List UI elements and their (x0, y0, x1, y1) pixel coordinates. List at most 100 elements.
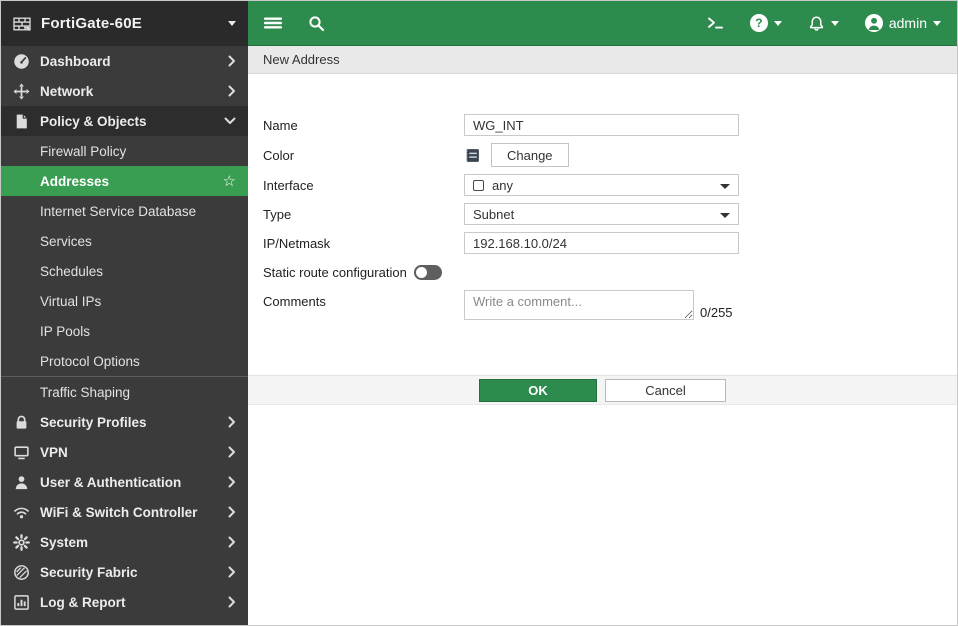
help-icon: ? (750, 14, 768, 32)
chevron-right-icon (228, 596, 236, 608)
sidebar-item-label: User & Authentication (40, 475, 228, 490)
color-label: Color (263, 148, 464, 163)
sidebar-item-wifi-switch-controller[interactable]: WiFi & Switch Controller (1, 497, 248, 527)
type-value: Subnet (473, 207, 514, 222)
sidebar-item-dashboard[interactable]: Dashboard (1, 46, 248, 76)
form-action-bar: OK Cancel (248, 375, 957, 405)
admin-avatar-icon (865, 14, 883, 32)
top-navbar: ? admin (248, 1, 957, 46)
help-menu[interactable]: ? (750, 14, 782, 32)
chevron-right-icon (228, 416, 236, 428)
cancel-button[interactable]: Cancel (605, 379, 726, 402)
any-interface-icon (473, 180, 484, 191)
static-route-toggle[interactable] (414, 265, 442, 280)
cli-console-icon[interactable] (707, 15, 724, 31)
sidebar-item-policy-objects[interactable]: Policy & Objects (1, 106, 248, 136)
toggle-knob-icon (414, 265, 429, 280)
comments-row: Comments 0/255 (263, 290, 957, 320)
sidebar-item-label: Protocol Options (40, 354, 236, 369)
vpn-icon (13, 444, 30, 461)
sidebar-item-label: WiFi & Switch Controller (40, 505, 228, 520)
admin-username: admin (889, 15, 927, 31)
sidebar-item-security-profiles[interactable]: Security Profiles (1, 407, 248, 437)
comments-textarea[interactable] (464, 290, 694, 320)
comments-label: Comments (263, 290, 464, 309)
interface-label: Interface (263, 178, 464, 193)
chevron-down-icon (933, 21, 941, 26)
sidebar-item-label: VPN (40, 445, 228, 460)
admin-menu[interactable]: admin (865, 14, 941, 32)
sidebar-item-internet-service-database[interactable]: Internet Service Database (1, 196, 248, 226)
device-name: FortiGate-60E (41, 15, 228, 32)
sidebar-item-label: Policy & Objects (40, 114, 224, 129)
main-content: New Address Name Color Change (248, 46, 957, 625)
notifications-icon (808, 15, 825, 32)
interface-select[interactable]: any (464, 174, 739, 196)
color-row: Color Change (263, 143, 957, 167)
user-auth-icon (13, 474, 30, 491)
static-route-row: Static route configuration (263, 261, 957, 283)
chevron-down-icon (831, 21, 839, 26)
system-icon (13, 534, 30, 551)
sidebar-item-user-authentication[interactable]: User & Authentication (1, 467, 248, 497)
sidebar-item-traffic-shaping[interactable]: Traffic Shaping (1, 377, 248, 407)
sidebar-menu: Dashboard Network Policy & Objects Firewall… (1, 46, 248, 625)
sidebar-item-vpn[interactable]: VPN (1, 437, 248, 467)
sidebar-item-protocol-options[interactable]: Protocol Options (1, 346, 248, 376)
sidebar-item-system[interactable]: System (1, 527, 248, 557)
chevron-right-icon (228, 566, 236, 578)
sidebar-item-firewall-policy[interactable]: Firewall Policy (1, 136, 248, 166)
notifications-menu[interactable] (808, 15, 839, 32)
security-profiles-icon (13, 414, 30, 431)
wifi-icon (13, 504, 30, 521)
chevron-right-icon (228, 85, 236, 97)
change-color-button[interactable]: Change (491, 143, 569, 167)
chevron-right-icon (228, 55, 236, 67)
sidebar-item-virtual-ips[interactable]: Virtual IPs (1, 286, 248, 316)
dashboard-icon (13, 53, 30, 70)
name-input[interactable] (464, 114, 739, 136)
search-icon[interactable] (308, 15, 325, 32)
ip-netmask-row: IP/Netmask (263, 232, 957, 254)
new-address-form: Name Color Change Interface (248, 74, 957, 320)
fortigate-window: FortiGate-60E ? (0, 0, 958, 626)
favorite-star-icon[interactable]: ☆ (223, 174, 236, 189)
ok-button[interactable]: OK (479, 379, 597, 402)
type-select[interactable]: Subnet (464, 203, 739, 225)
sidebar-item-addresses[interactable]: Addresses☆ (1, 166, 248, 196)
sidebar-item-label: Dashboard (40, 54, 228, 69)
type-label: Type (263, 207, 464, 222)
interface-row: Interface any (263, 174, 957, 196)
sidebar-item-label: Traffic Shaping (40, 385, 236, 400)
ip-netmask-input[interactable] (464, 232, 739, 254)
name-row: Name (263, 114, 957, 136)
chevron-right-icon (228, 506, 236, 518)
sidebar-item-label: System (40, 535, 228, 550)
sidebar-item-label: Security Fabric (40, 565, 228, 580)
static-route-label: Static route configuration (263, 265, 407, 280)
sidebar-item-label: Internet Service Database (40, 204, 236, 219)
chevron-down-icon (224, 117, 236, 125)
sidebar-filler (1, 617, 248, 625)
menu-icon[interactable] (264, 15, 282, 31)
comments-char-counter: 0/255 (700, 305, 733, 320)
policy-objects-icon (13, 113, 30, 130)
chevron-right-icon (228, 536, 236, 548)
chevron-right-icon (228, 446, 236, 458)
address-color-swatch-icon (464, 147, 481, 164)
sidebar-item-network[interactable]: Network (1, 76, 248, 106)
sidebar-item-ip-pools[interactable]: IP Pools (1, 316, 248, 346)
sidebar-item-schedules[interactable]: Schedules (1, 256, 248, 286)
log-report-icon (13, 594, 30, 611)
fortigate-logo-icon (13, 16, 32, 32)
sidebar-item-label: Services (40, 234, 236, 249)
sidebar-item-security-fabric[interactable]: Security Fabric (1, 557, 248, 587)
sidebar-item-label: Network (40, 84, 228, 99)
sidebar-item-log-report[interactable]: Log & Report (1, 587, 248, 617)
security-fabric-icon (13, 564, 30, 581)
interface-value: any (492, 178, 513, 193)
sidebar-item-services[interactable]: Services (1, 226, 248, 256)
device-selector[interactable]: FortiGate-60E (1, 1, 248, 46)
sidebar-item-label: Virtual IPs (40, 294, 236, 309)
network-icon (13, 83, 30, 100)
